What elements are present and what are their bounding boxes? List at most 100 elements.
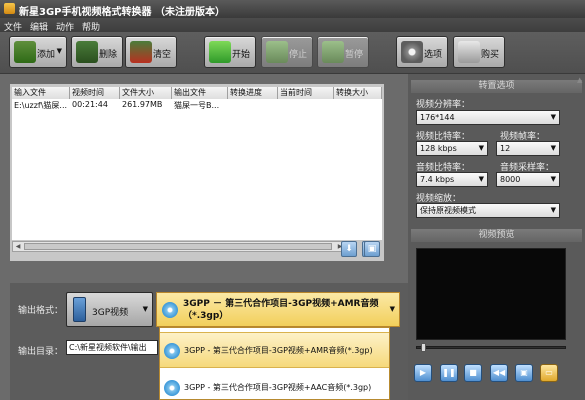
stop-icon: [266, 41, 288, 63]
scroll-left-icon[interactable]: ◀: [13, 242, 23, 251]
format-dropdown: 3GPP - 第三代合作项目-3GP视频+AMR音频(*.3gp) 3GPP -…: [159, 327, 390, 400]
settings-small-button[interactable]: ▣: [364, 241, 380, 257]
resolution-value: 176*144: [420, 113, 455, 122]
chevron-down-icon: ▼: [550, 206, 556, 214]
window-title: 新星3GP手机视频格式转换器 （未注册版本）: [19, 7, 225, 18]
toolbar: 添加 ▼ 删除 清空 开始 停止 暂停 选项 购买: [0, 32, 585, 74]
chevron-down-icon: ▼: [478, 175, 484, 183]
add-file-icon: [14, 41, 36, 63]
start-button[interactable]: 开始: [204, 36, 256, 68]
cell-size: 261.97MB: [122, 100, 163, 109]
buy-label: 购买: [481, 50, 500, 60]
file-list-panel: 输入文件 视频时间 文件大小 输出文件 转换进度 当前时间 转换大小 E:\uz…: [10, 84, 384, 261]
arrow-down-icon: ⬇: [345, 244, 353, 254]
horizontal-scrollbar[interactable]: ◀ ▶: [12, 241, 346, 252]
open-folder-button[interactable]: ▭: [540, 364, 558, 382]
col-output-file[interactable]: 输出文件: [172, 87, 228, 99]
output-dir-label: 输出目录：: [18, 347, 64, 357]
disc-icon: [164, 343, 180, 359]
sample-rate-value: 8000: [500, 175, 521, 184]
pause-preview-button[interactable]: ❚❚: [440, 364, 458, 382]
title-bar: 新星3GP手机视频格式转换器 （未注册版本）: [0, 0, 585, 18]
format-category-label: 3GP视频: [92, 308, 129, 318]
col-duration[interactable]: 视频时间: [70, 87, 120, 99]
output-format-label: 输出格式：: [18, 306, 64, 316]
delete-file-icon: [76, 41, 98, 63]
format-select[interactable]: 3GPP － 第三代合作项目-3GP视频+AMR音频（*.3gp） ▼: [156, 292, 400, 327]
audio-bitrate-value: 7.4 kbps: [420, 175, 455, 184]
stop-label: 停止: [289, 50, 308, 60]
col-size[interactable]: 文件大小: [120, 87, 172, 99]
seek-slider[interactable]: [416, 343, 566, 352]
camera-icon: ▣: [520, 368, 528, 377]
scroll-up-icon[interactable]: ▲: [577, 76, 585, 86]
chevron-down-icon: ▼: [56, 47, 62, 55]
file-list-header: 输入文件 视频时间 文件大小 输出文件 转换进度 当前时间 转换大小: [12, 87, 382, 99]
col-progress[interactable]: 转换进度: [228, 87, 278, 99]
chevron-down-icon: ▼: [550, 175, 556, 183]
gear-icon: [401, 41, 423, 63]
cell-output: 猫屎一号B...: [174, 101, 220, 110]
play-icon: ▶: [419, 368, 427, 377]
pause-icon: ❚❚: [442, 368, 456, 377]
disc-icon: [164, 380, 180, 396]
col-input-file[interactable]: 输入文件: [12, 87, 70, 99]
col-current-time[interactable]: 当前时间: [278, 87, 334, 99]
rewind-icon: ◀◀: [492, 368, 506, 377]
clear-label: 清空: [153, 50, 172, 60]
stop-icon: ■: [469, 368, 477, 377]
video-preview: [416, 248, 566, 340]
audio-bitrate-select[interactable]: 7.4 kbps ▼: [416, 172, 488, 187]
options-button[interactable]: 选项: [396, 36, 448, 68]
resolution-label: 视频分辨率：: [416, 100, 471, 110]
shopping-cart-icon: [458, 41, 480, 63]
output-dir-field[interactable]: C:\新星视频软件\输出: [66, 340, 158, 355]
add-button[interactable]: 添加 ▼: [9, 36, 67, 68]
video-bitrate-value: 128 kbps: [420, 144, 457, 153]
phone-icon: [73, 297, 86, 322]
resolution-select[interactable]: 176*144 ▼: [416, 110, 560, 125]
start-label: 开始: [232, 50, 251, 60]
app-icon: [4, 3, 15, 14]
move-down-button[interactable]: ⬇: [341, 241, 357, 257]
sample-rate-select[interactable]: 8000 ▼: [496, 172, 560, 187]
preview-header: 视频预览: [411, 229, 582, 242]
col-converted-size[interactable]: 转换大小: [334, 87, 382, 99]
delete-button[interactable]: 删除: [71, 36, 123, 68]
folder-icon: ▭: [545, 368, 553, 377]
chevron-down-icon: ▼: [389, 305, 395, 313]
clear-button[interactable]: 清空: [125, 36, 177, 68]
format-option-label: 3GPP - 第三代合作项目-3GP视频+AMR音频(*.3gp): [184, 346, 373, 355]
refresh-start-icon: [209, 41, 231, 63]
selected-format: 3GPP － 第三代合作项目-3GP视频+AMR音频（*.3gp）: [183, 299, 379, 321]
options-label: 选项: [424, 50, 443, 60]
window-icon: ▣: [367, 244, 377, 254]
pause-icon: [322, 41, 344, 63]
seek-handle[interactable]: [421, 343, 426, 352]
settings-panel: 转置选项 视频分辨率： 176*144 ▼ 视频比特率： 视频帧率： 128 kb…: [408, 74, 585, 400]
pause-button[interactable]: 暂停: [317, 36, 369, 68]
format-option-label: 3GPP - 第三代合作项目-3GP视频+AAC音频(*.3gp): [184, 383, 372, 392]
clear-list-icon: [130, 41, 152, 63]
play-button[interactable]: ▶: [414, 364, 432, 382]
scrollbar-thumb[interactable]: [24, 243, 332, 250]
snapshot-button[interactable]: ▣: [515, 364, 533, 382]
file-list[interactable]: E:\uzzf\猫屎... 00:21:44 261.97MB 猫屎一号B...: [12, 99, 382, 240]
delete-label: 删除: [99, 50, 118, 60]
chevron-down-icon: ▼: [478, 144, 484, 152]
video-bitrate-select[interactable]: 128 kbps ▼: [416, 141, 488, 156]
format-option[interactable]: 3GPP - 第三代合作项目-3GP视频+AAC音频(*.3gp): [160, 370, 389, 400]
pause-label: 暂停: [345, 50, 364, 60]
menu-bar: 文件 编辑 动作 帮助: [0, 18, 585, 33]
format-category-button[interactable]: 3GP视频 ▼: [66, 292, 153, 327]
buy-button[interactable]: 购买: [453, 36, 505, 68]
format-option[interactable]: 3GPP - 第三代合作项目-3GP视频+AMR音频(*.3gp): [160, 332, 389, 368]
rewind-button[interactable]: ◀◀: [490, 364, 508, 382]
stop-button[interactable]: 停止: [261, 36, 313, 68]
chevron-down-icon: ▼: [142, 305, 148, 313]
video-scale-select[interactable]: 保持原视频模式 ▼: [416, 203, 560, 218]
frame-rate-select[interactable]: 12 ▼: [496, 141, 560, 156]
stop-preview-button[interactable]: ■: [464, 364, 482, 382]
cell-duration: 00:21:44: [72, 100, 108, 109]
settings-header: 转置选项: [411, 80, 582, 93]
